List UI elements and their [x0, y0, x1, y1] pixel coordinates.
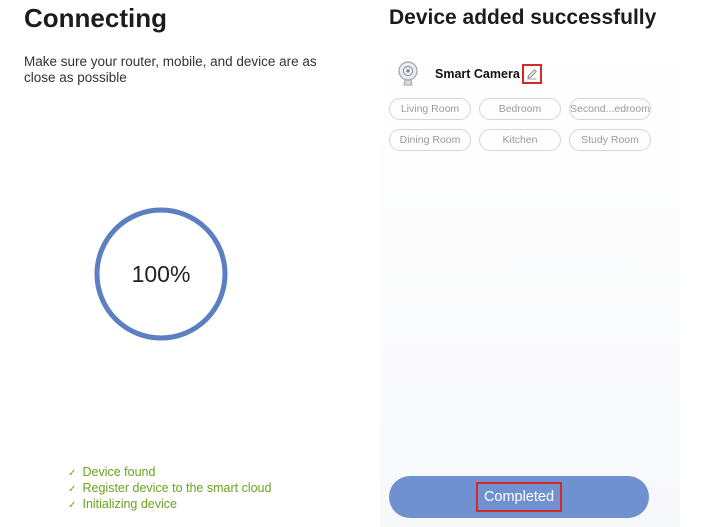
connection-steps-list: ✓ Device found ✓ Register device to the … [68, 465, 271, 513]
camera-icon [398, 61, 418, 86]
device-name-label: Smart Camera [435, 67, 520, 81]
room-chip-dining-room[interactable]: Dining Room [389, 129, 471, 151]
check-icon: ✓ [68, 484, 77, 495]
room-chip-bedroom[interactable]: Bedroom [479, 98, 561, 120]
room-chip-second-bedroom[interactable]: Second...edroom [569, 98, 651, 120]
completed-button[interactable]: Completed [389, 476, 649, 518]
room-chip-study-room[interactable]: Study Room [569, 129, 651, 151]
room-chip-living-room[interactable]: Living Room [389, 98, 471, 120]
connecting-panel: Connecting Make sure your router, mobile… [0, 0, 360, 527]
step-label: Device found [82, 465, 156, 479]
connecting-title: Connecting [24, 3, 167, 33]
room-chip-kitchen[interactable]: Kitchen [479, 129, 561, 151]
device-added-title: Device added successfully [389, 6, 657, 29]
device-added-panel: Device added successfully Smart Camera L… [372, 0, 706, 527]
progress-ring: 100% [94, 207, 228, 341]
progress-percent-label: 100% [131, 260, 191, 287]
completed-button-label: Completed [475, 482, 563, 512]
step-item-register-cloud: ✓ Register device to the smart cloud [68, 481, 271, 497]
check-icon: ✓ [68, 500, 77, 511]
connecting-instructions: Make sure your router, mobile, and devic… [24, 54, 317, 85]
edit-name-button[interactable] [521, 64, 542, 84]
step-item-device-found: ✓ Device found [68, 465, 271, 481]
check-icon: ✓ [68, 468, 77, 479]
room-selector: Living Room Bedroom Second...edroom Dini… [389, 98, 653, 151]
step-item-initializing: ✓ Initializing device [68, 497, 271, 513]
step-label: Initializing device [82, 497, 177, 511]
device-row: Smart Camera [396, 60, 542, 88]
pencil-icon [527, 69, 537, 80]
step-label: Register device to the smart cloud [82, 481, 272, 495]
